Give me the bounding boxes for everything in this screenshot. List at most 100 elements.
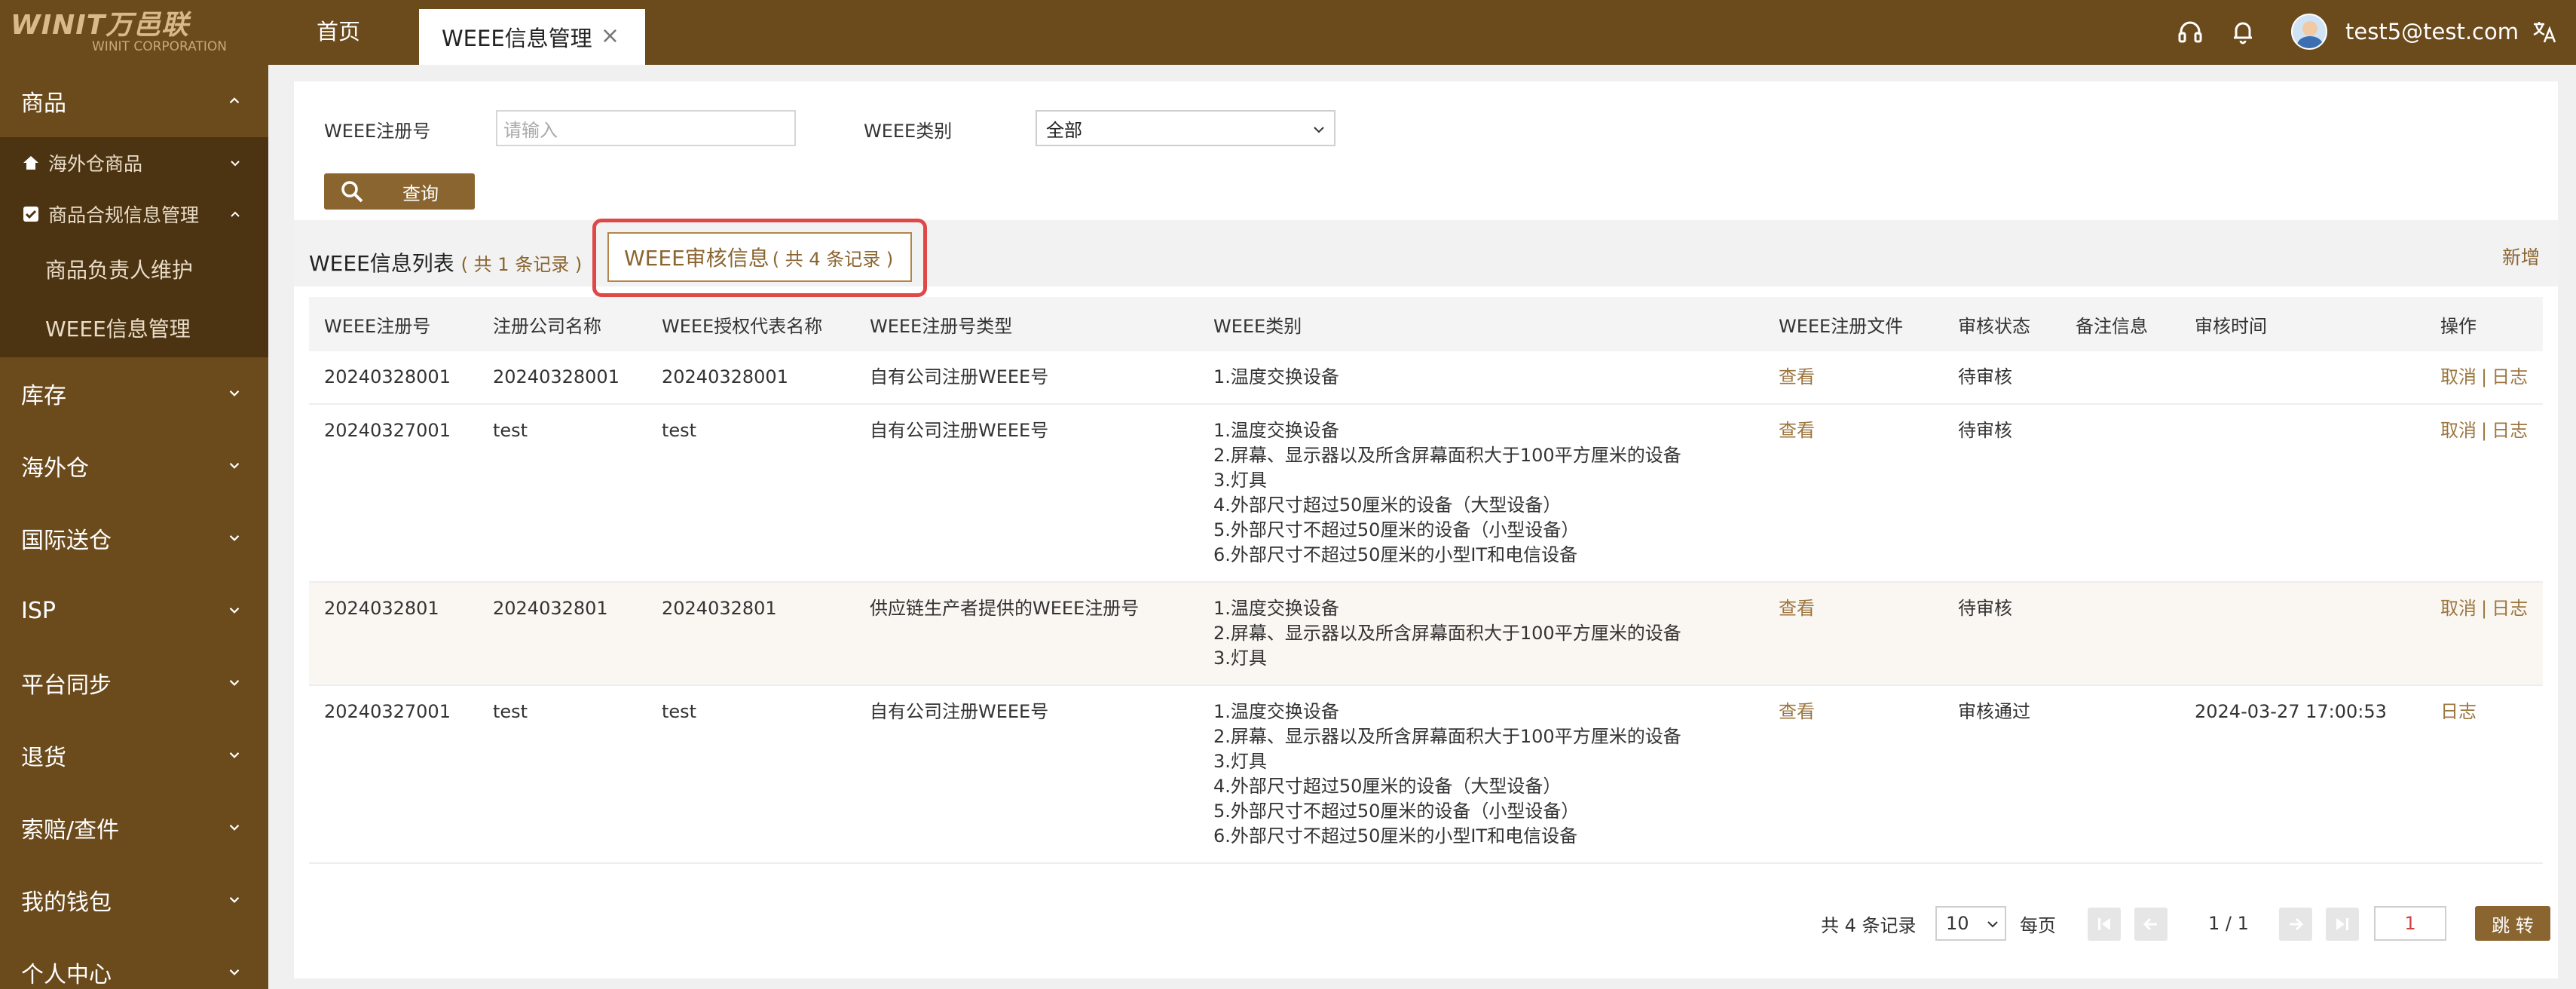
sidebar-item-overseas-goods[interactable]: 海外仓商品: [0, 137, 268, 188]
category-line: 2.屏幕、显示器以及所含屏幕面积大于100平方厘米的设备: [1213, 726, 1681, 747]
column-header: 注册公司名称: [478, 297, 647, 351]
sidebar-group-isp[interactable]: ISP: [0, 574, 268, 647]
last-page-icon: [2336, 918, 2348, 930]
view-file-link[interactable]: 查看: [1779, 420, 1815, 441]
sidebar-group-wallet[interactable]: 我的钱包: [0, 864, 268, 936]
cell-reg-no: 20240327001: [309, 404, 478, 583]
cell-time: 2024-03-27 17:00:53: [2180, 685, 2425, 864]
log-link[interactable]: 日志: [2440, 701, 2477, 722]
sidebar-group-returns[interactable]: 退货: [0, 719, 268, 792]
sidebar-item-label: 商品合规信息管理: [48, 204, 200, 226]
sidebar-group-overseas-warehouse[interactable]: 海外仓: [0, 430, 268, 502]
search-icon: [341, 181, 363, 203]
log-link[interactable]: 日志: [2492, 366, 2528, 387]
log-link[interactable]: 日志: [2492, 420, 2528, 441]
cell-company: test: [478, 404, 647, 583]
view-file-link[interactable]: 查看: [1779, 598, 1815, 619]
sidebar-group-inventory[interactable]: 库存: [0, 357, 268, 430]
sidebar: 商品 海外仓商品 商品合规信息管理 商品负责人维护 WEEE信息管理 库存 海外…: [0, 65, 268, 989]
reg-no-input[interactable]: 请输入: [496, 110, 796, 146]
table-header: WEEE注册号 注册公司名称 WEEE授权代表名称 WEEE注册号类型 WEEE…: [309, 297, 2543, 351]
bell-icon[interactable]: [2228, 17, 2258, 47]
category-line: 3.灯具: [1213, 470, 1267, 491]
last-page-button[interactable]: [2326, 908, 2359, 941]
cancel-link[interactable]: 取消: [2440, 420, 2477, 441]
table-row: 2024032801 2024032801 2024032801 供应链生产者提…: [309, 582, 2543, 686]
table-row: 20240328001 20240328001 20240328001 自有公司…: [309, 351, 2543, 405]
category-line: 3.灯具: [1213, 648, 1267, 669]
main-panel: WEEE注册号 请输入 WEEE类别 全部 查询 WEEE信息列表 ( 共 1 …: [294, 81, 2558, 978]
category-line: 5.外部尺寸不超过50厘米的设备（小型设备）: [1213, 801, 1580, 822]
column-header: 备注信息: [2060, 297, 2180, 351]
chevron-down-icon: [229, 463, 240, 469]
column-header: 审核时间: [2180, 297, 2425, 351]
sidebar-item-compliance[interactable]: 商品合规信息管理: [0, 188, 268, 240]
category-line: 1.温度交换设备: [1213, 366, 1339, 387]
tab-home[interactable]: 首页: [317, 17, 360, 47]
headset-icon[interactable]: [2175, 17, 2205, 47]
cell-rep: 20240328001: [647, 351, 855, 405]
table-row: 20240327001 test test 自有公司注册WEEE号 1.温度交换…: [309, 685, 2543, 864]
arrow-right-icon: [2290, 917, 2304, 931]
logo-sub: WINIT CORPORATION: [92, 39, 227, 54]
sidebar-item-weee-management[interactable]: WEEE信息管理: [0, 299, 268, 357]
cell-remark: [2060, 404, 2180, 583]
sidebar-item-owner-maintenance[interactable]: 商品负责人维护: [0, 240, 268, 299]
home-icon: [23, 156, 38, 170]
next-page-button[interactable]: [2279, 908, 2312, 941]
page-info: 1 / 1: [2208, 913, 2249, 934]
sidebar-group-profile[interactable]: 个人中心: [0, 936, 268, 989]
tab-weee-list[interactable]: WEEE信息列表 ( 共 1 条记录 ): [309, 247, 582, 277]
add-button[interactable]: 新增: [2502, 243, 2540, 270]
column-header: 审核状态: [1943, 297, 2060, 351]
category-line: 4.外部尺寸超过50厘米的设备（大型设备）: [1213, 494, 1562, 516]
sidebar-group-label: 索赔/查件: [21, 817, 120, 844]
first-page-icon: [2098, 918, 2110, 930]
tab-label: WEEE信息管理: [442, 26, 592, 51]
page-number-input[interactable]: 1: [2374, 906, 2446, 941]
view-file-link[interactable]: 查看: [1779, 701, 1815, 722]
cell-rep: 2024032801: [647, 582, 855, 686]
cell-time: [2180, 582, 2425, 686]
sidebar-group-goods[interactable]: 商品: [0, 65, 268, 137]
jump-button[interactable]: 跳 转: [2475, 906, 2550, 941]
prev-page-button[interactable]: [2134, 908, 2168, 941]
cell-type: 自有公司注册WEEE号: [855, 685, 1198, 864]
sidebar-group-claims[interactable]: 索赔/查件: [0, 792, 268, 864]
sidebar-group-platform-sync[interactable]: 平台同步: [0, 647, 268, 719]
chevron-down-icon: [229, 825, 240, 831]
sidebar-group-label: ISP: [21, 597, 56, 624]
translate-icon[interactable]: [2529, 17, 2559, 47]
category-select[interactable]: 全部: [1036, 110, 1335, 146]
sidebar-group-label: 海外仓: [21, 455, 89, 482]
cell-type: 自有公司注册WEEE号: [855, 404, 1198, 583]
user-menu[interactable]: test5@test.com: [2291, 14, 2519, 50]
tab-label: WEEE信息列表: [309, 251, 454, 276]
log-link[interactable]: 日志: [2492, 598, 2528, 619]
page-size-select[interactable]: 10: [1935, 906, 2006, 941]
tab-label: WEEE审核信息: [624, 246, 769, 271]
cell-reg-no: 2024032801: [309, 582, 478, 686]
sidebar-group-international[interactable]: 国际送仓: [0, 502, 268, 574]
view-file-link[interactable]: 查看: [1779, 366, 1815, 387]
audit-table: WEEE注册号 注册公司名称 WEEE授权代表名称 WEEE注册号类型 WEEE…: [309, 297, 2543, 864]
chevron-up-icon: [231, 211, 240, 217]
category-line: 1.温度交换设备: [1213, 420, 1339, 441]
tab-weee-audit[interactable]: WEEE审核信息 ( 共 4 条记录 ): [607, 232, 912, 282]
cancel-link[interactable]: 取消: [2440, 366, 2477, 387]
column-header: WEEE注册号: [309, 297, 478, 351]
logo[interactable]: WINIT万邑联 WINIT CORPORATION: [0, 0, 268, 65]
logo-main: WINIT万邑联: [11, 10, 190, 41]
user-email: test5@test.com: [2345, 19, 2519, 44]
cell-rep: test: [647, 685, 855, 864]
close-icon[interactable]: ×: [601, 23, 620, 49]
cell-time: [2180, 351, 2425, 405]
cell-type: 供应链生产者提供的WEEE注册号: [855, 582, 1198, 686]
cancel-link[interactable]: 取消: [2440, 598, 2477, 619]
cell-status: 审核通过: [1943, 685, 2060, 864]
first-page-button[interactable]: [2088, 908, 2121, 941]
chevron-down-icon: [231, 161, 240, 167]
query-button[interactable]: 查询: [324, 173, 475, 210]
tab-weee-management[interactable]: WEEE信息管理 ×: [419, 9, 645, 65]
tab-count: ( 共 1 条记录 ): [460, 254, 583, 275]
